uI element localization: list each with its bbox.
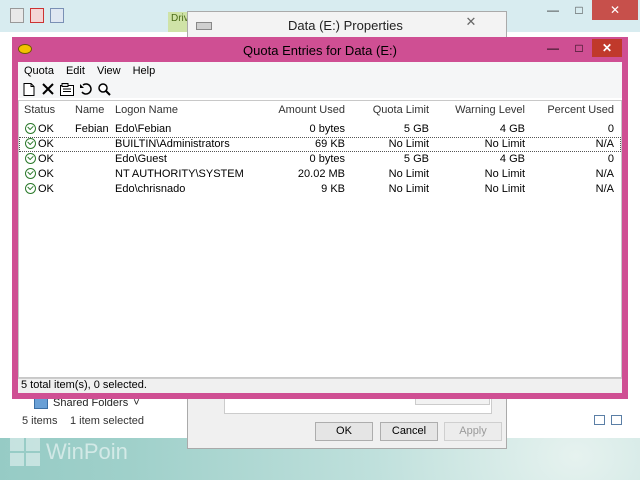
column-status[interactable]: Status — [24, 104, 55, 116]
cell-warning: 4 GB — [499, 153, 525, 165]
cell-percent: N/A — [595, 183, 614, 195]
cell-amount: 0 bytes — [309, 123, 345, 135]
view-switcher — [594, 415, 622, 425]
column-warning-level[interactable]: Warning Level — [433, 104, 525, 116]
quota-titlebar: Quota Entries for Data (E:) — □ ✕ — [12, 37, 628, 63]
menu-help[interactable]: Help — [127, 62, 162, 80]
cell-amount: 69 KB — [315, 138, 345, 150]
status-bar: 5 total item(s), 0 selected. — [18, 378, 622, 393]
table-row[interactable]: OK Edo\chrisnado 9 KB No Limit No Limit … — [19, 182, 621, 197]
table-row[interactable]: OK BUILTIN\Administrators 69 KB No Limit… — [19, 137, 621, 152]
cell-warning: No Limit — [484, 183, 525, 195]
status-ok-icon — [25, 153, 36, 164]
delete-icon[interactable] — [40, 82, 55, 97]
cancel-button[interactable]: Cancel — [380, 422, 438, 441]
menu-bar: Quota Edit View Help — [18, 62, 622, 80]
cell-logon: Edo\Guest — [115, 153, 167, 165]
ok-button[interactable]: OK — [315, 422, 373, 441]
table-row[interactable]: OK Edo\Guest 0 bytes 5 GB 4 GB 0 — [19, 152, 621, 167]
cell-limit: 5 GB — [403, 123, 429, 135]
cell-amount: 0 bytes — [309, 153, 345, 165]
column-amount-used[interactable]: Amount Used — [239, 104, 345, 116]
column-quota-limit[interactable]: Quota Limit — [349, 104, 429, 116]
cell-percent: N/A — [595, 138, 614, 150]
new-folder-icon[interactable] — [50, 8, 64, 23]
cell-status: OK — [38, 138, 54, 150]
undo-icon[interactable] — [78, 82, 93, 97]
menu-view[interactable]: View — [91, 62, 127, 80]
table-row[interactable]: OK Febian Edo\Febian 0 bytes 5 GB 4 GB 0 — [19, 122, 621, 137]
cell-status: OK — [38, 123, 54, 135]
apply-button[interactable]: Apply — [444, 422, 502, 441]
close-button[interactable]: ✕ — [592, 0, 638, 20]
quota-title: Quota Entries for Data (E:) — [243, 43, 397, 58]
cell-name: Febian — [75, 123, 109, 135]
rename-icon[interactable] — [30, 8, 44, 23]
quick-access-toolbar — [10, 8, 64, 23]
cell-warning: 4 GB — [499, 123, 525, 135]
large-icons-view-icon[interactable] — [611, 415, 622, 425]
item-count: 5 items — [22, 415, 58, 427]
winpoin-watermark: WinPoin — [10, 436, 160, 470]
cell-limit: 5 GB — [403, 153, 429, 165]
cell-status: OK — [38, 183, 54, 195]
cell-amount: 20.02 MB — [297, 168, 345, 180]
quota-close-button[interactable]: ✕ — [592, 39, 622, 57]
properties-close-button[interactable]: ✕ — [458, 14, 484, 30]
cell-status: OK — [38, 153, 54, 165]
menu-edit[interactable]: Edit — [60, 62, 91, 80]
cell-logon: Edo\chrisnado — [115, 183, 186, 195]
status-ok-icon — [25, 138, 36, 149]
find-icon[interactable] — [97, 82, 112, 97]
maximize-button[interactable]: □ — [566, 0, 592, 20]
cell-percent: 0 — [607, 123, 614, 135]
menu-quota[interactable]: Quota — [18, 62, 60, 80]
cell-limit: No Limit — [388, 183, 429, 195]
cell-logon: BUILTIN\Administrators — [115, 138, 230, 150]
drive-icon — [196, 22, 212, 30]
table-row[interactable]: OK NT AUTHORITY\SYSTEM 20.02 MB No Limit… — [19, 167, 621, 182]
cell-limit: No Limit — [388, 138, 429, 150]
cell-warning: No Limit — [484, 138, 525, 150]
new-entry-icon[interactable] — [21, 82, 36, 97]
properties-title: Data (E:) Properties — [288, 18, 403, 33]
properties-icon[interactable] — [59, 82, 74, 97]
cell-logon: NT AUTHORITY\SYSTEM — [115, 168, 244, 180]
watermark-text: WinPoin — [46, 439, 128, 464]
cell-amount: 9 KB — [321, 183, 345, 195]
quota-entries-list[interactable]: Status Name Logon Name Amount Used Quota… — [18, 100, 622, 378]
status-ok-icon — [25, 123, 36, 134]
minimize-button[interactable]: — — [540, 0, 566, 20]
cell-limit: No Limit — [388, 168, 429, 180]
cell-status: OK — [38, 168, 54, 180]
cell-percent: N/A — [595, 168, 614, 180]
column-logon-name[interactable]: Logon Name — [115, 104, 178, 116]
selected-count: 1 item selected — [70, 415, 144, 427]
quota-client-area: Quota Edit View Help Status Name Logon N… — [18, 62, 622, 393]
quota-minimize-button[interactable]: — — [540, 39, 566, 57]
details-view-icon[interactable] — [594, 415, 605, 425]
column-name[interactable]: Name — [75, 104, 104, 116]
cell-logon: Edo\Febian — [115, 123, 172, 135]
status-ok-icon — [25, 168, 36, 179]
properties-icon[interactable] — [10, 8, 24, 23]
status-ok-icon — [25, 183, 36, 194]
list-header: Status Name Logon Name Amount Used Quota… — [19, 101, 621, 119]
windows-logo-icon — [10, 438, 42, 468]
cell-percent: 0 — [607, 153, 614, 165]
cell-warning: No Limit — [484, 168, 525, 180]
toolbar — [18, 80, 622, 98]
column-percent-used[interactable]: Percent Used — [529, 104, 614, 116]
quota-maximize-button[interactable]: □ — [566, 39, 592, 57]
quota-entries-window: Quota Entries for Data (E:) — □ ✕ Quota … — [12, 37, 628, 399]
